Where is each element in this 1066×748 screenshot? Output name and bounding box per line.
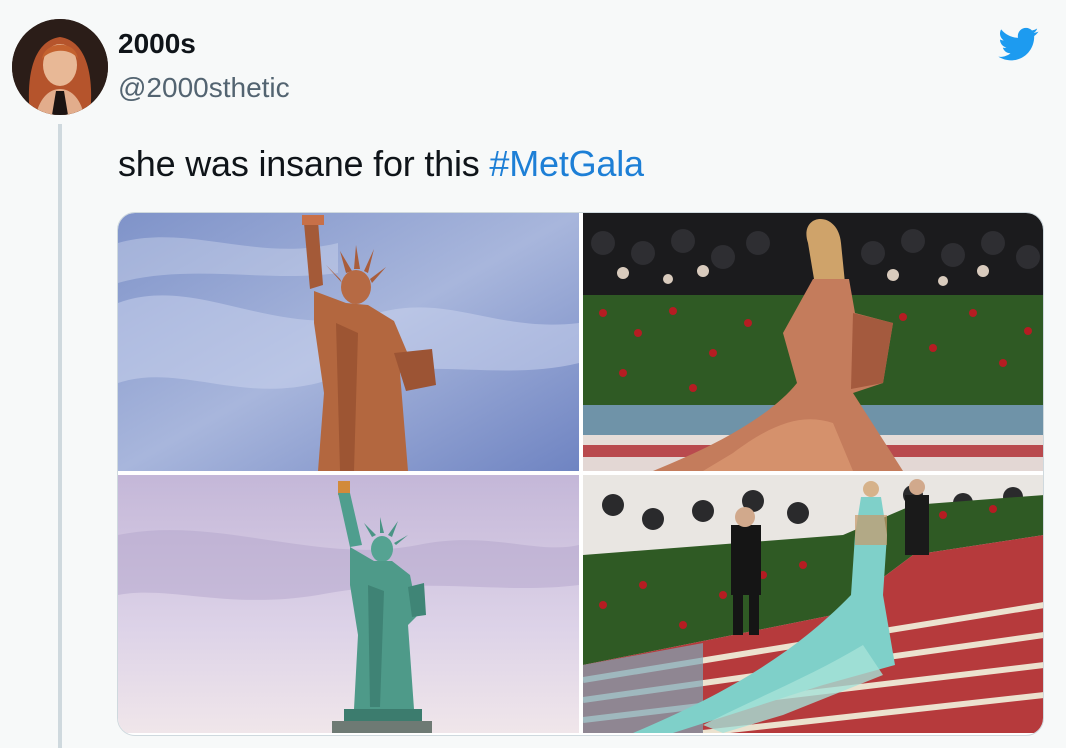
photo-statue-green[interactable] bbox=[118, 475, 579, 733]
photo-statue-copper[interactable] bbox=[118, 213, 579, 471]
user-handle[interactable]: @2000sthetic bbox=[118, 72, 290, 104]
avatar[interactable] bbox=[12, 19, 108, 115]
photo-gala-copper-gown[interactable] bbox=[583, 213, 1043, 471]
display-name[interactable]: 2000s bbox=[118, 28, 196, 60]
thread-line bbox=[58, 124, 62, 748]
tweet-text-plain: she was insane for this bbox=[118, 143, 490, 184]
twitter-bird-icon[interactable] bbox=[996, 24, 1042, 64]
hashtag-link[interactable]: #MetGala bbox=[489, 143, 644, 184]
photo-gala-turquoise-gown[interactable] bbox=[583, 475, 1043, 733]
tweet-text: she was insane for this #MetGala bbox=[118, 143, 644, 185]
media-grid bbox=[117, 212, 1044, 736]
